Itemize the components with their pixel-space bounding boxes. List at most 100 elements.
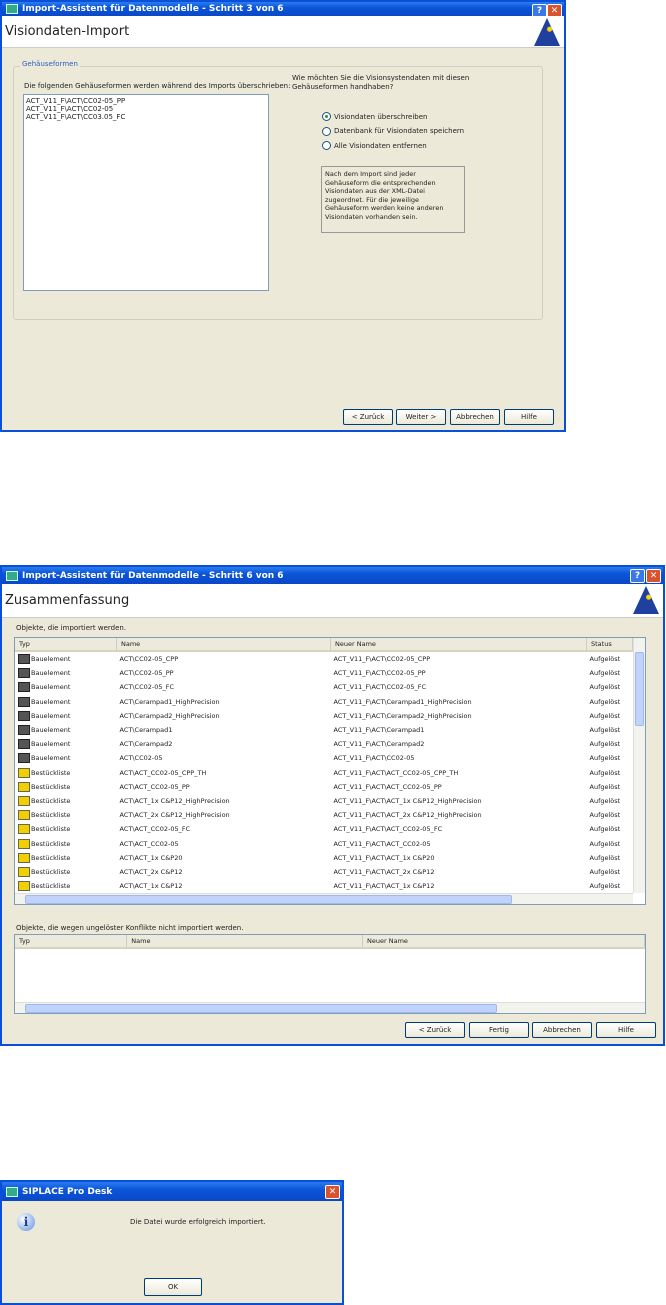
table-row[interactable]: Bauelement ACT\CC02-05 ACT_V11_F\ACT\CC02-… (15, 751, 633, 765)
table-row[interactable]: Bauelement ACT\Cerampad2_HighPrecision ACT… (15, 709, 633, 723)
radio-option[interactable]: Alle Visiondaten entfernen (322, 141, 427, 150)
radio-button-icon[interactable] (322, 126, 331, 136)
column-header[interactable]: Name (116, 638, 331, 652)
close-icon[interactable]: ✕ (646, 569, 661, 583)
app-icon (6, 1186, 18, 1197)
vertical-scrollbar[interactable] (633, 638, 645, 893)
radio-button-icon[interactable] (322, 141, 331, 150)
table-cell: Bestückliste (15, 851, 117, 865)
cell-text: ACT\CC02-05_PP (119, 669, 174, 678)
table-row[interactable]: Bestückliste ACT\ACT_2x C&P12_HighPrecisi… (15, 808, 633, 822)
radio-button-icon[interactable] (322, 112, 331, 121)
table-cell: ACT\ACT_1x C&P20 (117, 851, 331, 865)
title-bar: Import-Assistent für Datenmodelle - Schr… (2, 567, 663, 584)
table-row[interactable]: Bestückliste ACT\ACT_CC02-05 ACT_V11_F\ACT… (15, 836, 633, 850)
table-cell: Aufgelöst (587, 851, 633, 865)
cell-text: Aufgelöst (589, 669, 621, 678)
list-item[interactable]: ACT_V11_F\ACT\CC02-05 (26, 105, 266, 113)
table-cell: Aufgelöst (587, 836, 633, 850)
ok-button[interactable]: OK (144, 1278, 202, 1296)
table-row[interactable]: Bestückliste ACT\ACT_2x C&P12 ACT_V11_F\AC… (15, 865, 633, 879)
table-cell: Aufgelöst (587, 751, 633, 765)
back-button[interactable]: < Zurück (343, 409, 393, 425)
overwrite-list[interactable]: ACT_V11_F\ACT\CC02-05_PP ACT_V11_F\ACT\CC… (23, 94, 269, 291)
horizontal-scrollbar[interactable] (15, 1002, 645, 1013)
table-cell: ACT\CC02-05 (117, 751, 331, 765)
table-row[interactable]: Bestückliste ACT\ACT_CC02-05_FC ACT_V11_F\… (15, 822, 633, 836)
cell-text: ACT_V11_F\ACT\Cerampad2_HighPrecision (333, 711, 472, 720)
back-button[interactable]: < Zurück (405, 1022, 465, 1038)
table-row[interactable]: Bestückliste ACT\ACT_CC02-05_CPP_TH ACT_V1… (15, 766, 633, 780)
table-cell: Bauelement (15, 737, 117, 751)
table-cell: ACT\CC02-05_CPP (117, 651, 331, 666)
radio-option[interactable]: Datenbank für Visiondaten speichern (322, 126, 465, 136)
table-cell: ACT_V11_F\ACT\ACT_CC02-05_FC (331, 822, 587, 836)
list-label: Die folgenden Gehäuseformen werden währe… (24, 82, 291, 90)
table-cell: ACT_V11_F\ACT\Cerampad2 (331, 737, 587, 751)
column-header[interactable]: Typ (15, 638, 117, 652)
group-title: Gehäuseformen (20, 60, 80, 68)
cancel-button[interactable]: Abbrechen (450, 409, 500, 425)
cancel-button[interactable]: Abbrechen (532, 1022, 592, 1038)
radio-label: Visiondaten überschreiben (334, 112, 428, 121)
table-row[interactable]: Bestückliste ACT\ACT_1x C&P12_HighPrecisi… (15, 794, 633, 808)
component-icon (18, 696, 30, 707)
column-header[interactable]: Typ (15, 935, 128, 949)
table-row[interactable]: Bauelement ACT\CC02-05_CPP ACT_V11_F\ACT\C… (15, 651, 633, 666)
component-icon (18, 753, 30, 764)
table-cell: Bauelement (15, 723, 117, 737)
list-item[interactable]: ACT_V11_F\ACT\CC02-05_PP (26, 97, 266, 105)
imported-table[interactable]: Typ Name Neuer Name Status Bauelement ACT\CC0… (14, 637, 646, 905)
list-item[interactable]: ACT_V11_F\ACT\CC03.05_FC (26, 113, 266, 121)
table-cell: ACT_V11_F\ACT\ACT_1x C&P12 (331, 879, 587, 893)
table-cell: Bauelement (15, 751, 117, 765)
not-imported-label: Objekte, die wegen ungelöster Konflikte … (16, 924, 244, 932)
not-imported-table[interactable]: Typ Name Neuer Name (14, 934, 646, 1014)
placement-list-icon (18, 810, 30, 821)
cell-text: ACT_V11_F\ACT\Cerampad2 (333, 740, 425, 749)
next-button[interactable]: Weiter > (396, 409, 446, 425)
close-icon[interactable]: ✕ (325, 1185, 340, 1199)
table-cell: Bauelement (15, 680, 117, 694)
table-row[interactable]: Bestückliste ACT\ACT_1x C&P12 ACT_V11_F\AC… (15, 879, 633, 893)
table-row[interactable]: Bestückliste ACT\ACT_CC02-05_PP ACT_V11_F\… (15, 780, 633, 794)
table-row[interactable]: Bauelement ACT\CC02-05_FC ACT_V11_F\ACT\CC… (15, 680, 633, 694)
placement-list-icon (18, 838, 30, 849)
radio-option[interactable]: Visiondaten überschreiben (322, 112, 428, 121)
table-row[interactable]: Bauelement ACT\CC02-05_PP ACT_V11_F\ACT\CC… (15, 666, 633, 680)
cell-text: ACT\ACT_2x C&P12_HighPrecision (119, 811, 230, 820)
column-header[interactable]: Status (586, 638, 633, 652)
table-cell: Aufgelöst (587, 695, 633, 709)
cell-text: ACT\Cerampad2_HighPrecision (119, 711, 220, 720)
placement-list-icon (18, 852, 30, 863)
cell-text: ACT_V11_F\ACT\ACT_CC02-05_CPP_TH (333, 768, 459, 777)
window-title: SIPLACE Pro Desk (22, 1186, 113, 1197)
finish-button[interactable]: Fertig (469, 1022, 529, 1038)
horizontal-scrollbar[interactable] (15, 893, 633, 904)
column-header[interactable]: Neuer Name (362, 935, 645, 949)
table-cell: ACT\ACT_CC02-05_PP (117, 780, 331, 794)
cell-text: ACT\ACT_CC02-05_CPP_TH (119, 768, 207, 777)
table-row[interactable]: Bauelement ACT\Cerampad2 ACT_V11_F\ACT\Cer… (15, 737, 633, 751)
table-cell: Bauelement (15, 666, 117, 680)
table-row[interactable]: Bestückliste ACT\ACT_1x C&P20 ACT_V11_F\AC… (15, 851, 633, 865)
help-icon[interactable]: ? (630, 569, 645, 583)
cell-text: Bestückliste (31, 882, 71, 891)
table-cell: ACT_V11_F\ACT\ACT_2x C&P12 (331, 865, 587, 879)
question-text: Wie möchten Sie die Visionsystendaten mi… (292, 74, 470, 91)
cell-text: Aufgelöst (589, 740, 621, 749)
title-bar: SIPLACE Pro Desk ✕ (2, 1182, 342, 1201)
cell-text: ACT\ACT_CC02-05 (119, 839, 179, 848)
cell-text: ACT\Cerampad1 (119, 726, 173, 735)
column-header[interactable]: Neuer Name (330, 638, 587, 652)
table-cell: Aufgelöst (587, 879, 633, 893)
table-row[interactable]: Bauelement ACT\Cerampad1_HighPrecision ACT… (15, 695, 633, 709)
component-icon (18, 710, 30, 721)
cell-text: ACT\ACT_CC02-05_FC (119, 825, 191, 834)
column-header[interactable]: Name (126, 935, 363, 949)
help-button[interactable]: Hilfe (596, 1022, 656, 1038)
radio-label: Datenbank für Visiondaten speichern (334, 127, 465, 135)
cell-text: Aufgelöst (589, 839, 621, 848)
table-row[interactable]: Bauelement ACT\Cerampad1 ACT_V11_F\ACT\Cer… (15, 723, 633, 737)
help-button[interactable]: Hilfe (504, 409, 554, 425)
